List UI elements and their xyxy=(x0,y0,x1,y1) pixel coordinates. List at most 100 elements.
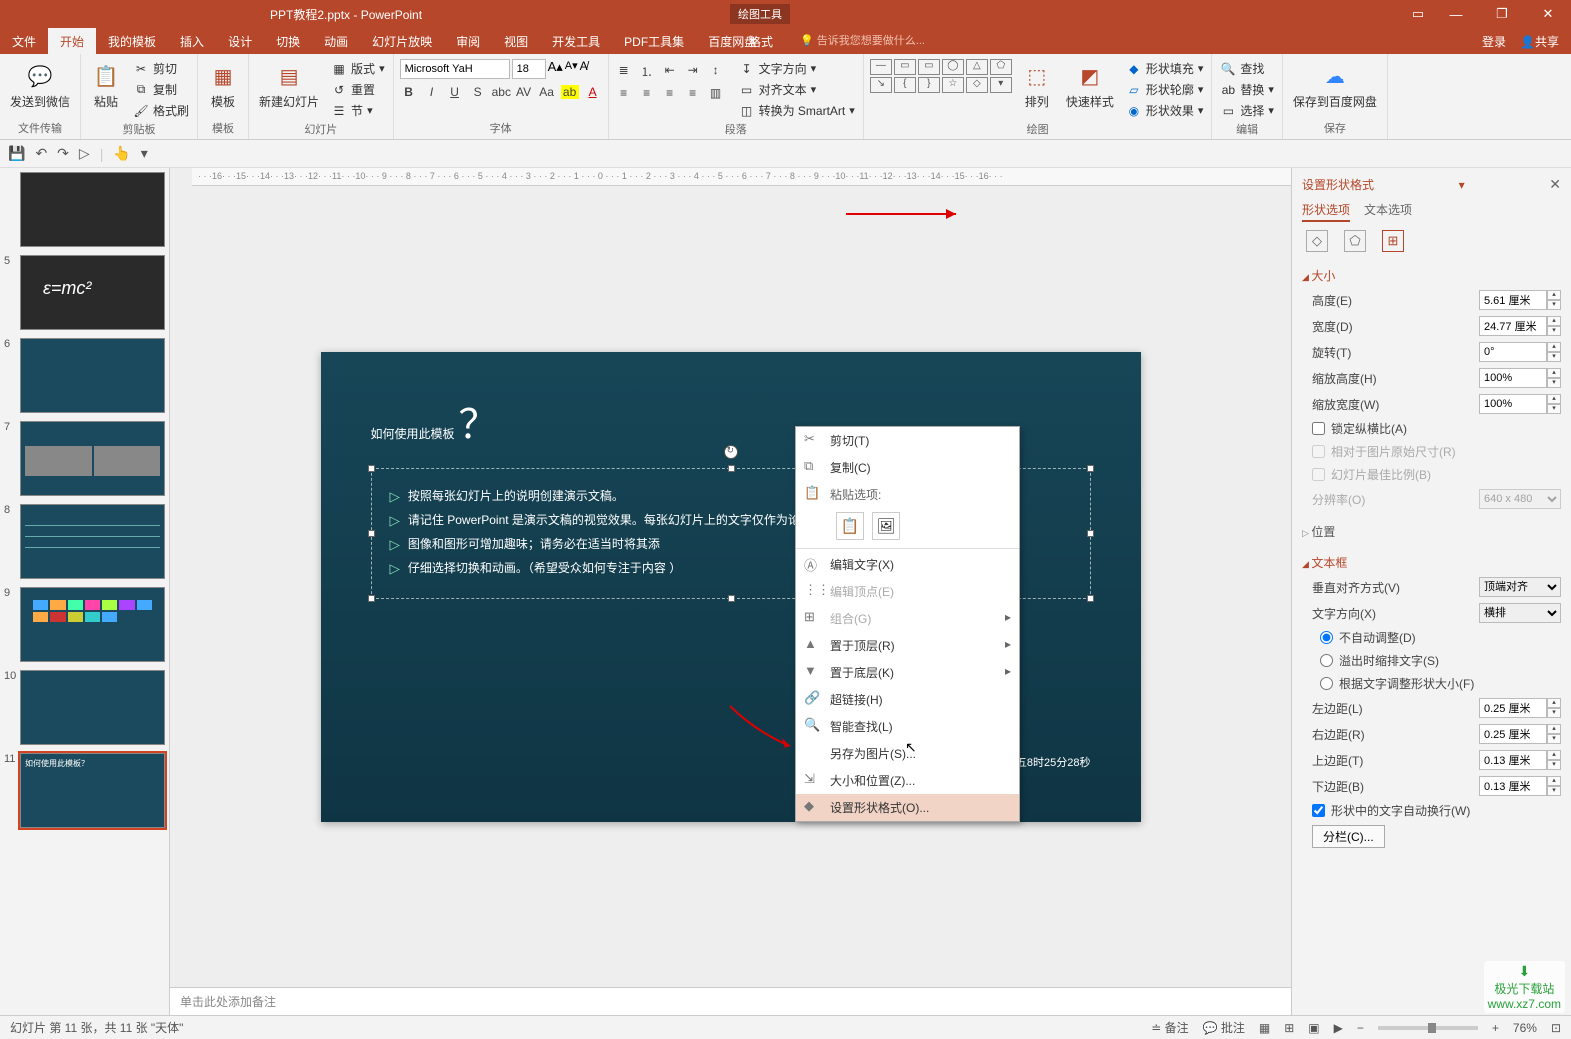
resize-handle[interactable] xyxy=(368,595,375,602)
slide-thumb[interactable] xyxy=(20,670,165,745)
pane-tab-shape[interactable]: 形状选项 xyxy=(1302,201,1350,222)
margin-right-input[interactable] xyxy=(1479,724,1547,744)
height-input[interactable] xyxy=(1479,290,1547,310)
ctx-format-shape[interactable]: ◆设置形状格式(O)... xyxy=(796,794,1019,821)
line-spacing-button[interactable]: ↕ xyxy=(707,63,725,80)
tab-developer[interactable]: 开发工具 xyxy=(540,28,612,55)
tab-insert[interactable]: 插入 xyxy=(168,28,216,55)
copy-button[interactable]: ⧉复制 xyxy=(131,80,191,99)
save-baidu-button[interactable]: ☁保存到百度网盘 xyxy=(1289,59,1381,112)
ctx-smart-lookup[interactable]: 🔍智能查找(L) xyxy=(796,713,1019,740)
columns-button[interactable]: 分栏(C)... xyxy=(1312,825,1385,848)
text-dir-select[interactable]: 横排 xyxy=(1479,603,1561,623)
ctx-send-back[interactable]: ▼置于底层(K) xyxy=(796,659,1019,686)
format-painter-button[interactable]: 🖌格式刷 xyxy=(131,101,191,120)
shapes-gallery[interactable]: ―▭▭◯△⬠ ↘{}☆◇▾ xyxy=(870,59,1012,93)
reset-button[interactable]: ↺重置 xyxy=(329,80,387,99)
bullets-button[interactable]: ≣ xyxy=(615,63,633,80)
resize-handle[interactable] xyxy=(368,530,375,537)
numbering-button[interactable]: ⒈ xyxy=(638,63,656,80)
zoom-in-icon[interactable]: + xyxy=(1492,1021,1499,1035)
section-textbox[interactable]: 文本框 xyxy=(1302,551,1561,574)
slide-thumb[interactable] xyxy=(20,338,165,413)
paste-option-theme[interactable]: 📋 xyxy=(836,512,864,540)
notes-panel[interactable]: 单击此处添加备注 xyxy=(170,987,1291,1015)
width-input[interactable] xyxy=(1479,316,1547,336)
tab-format[interactable]: 格式 xyxy=(735,28,787,55)
rotation-handle[interactable] xyxy=(724,445,738,459)
slideshow-view-icon[interactable]: ▶ xyxy=(1334,1021,1343,1035)
resize-handle[interactable] xyxy=(1087,530,1094,537)
highlight-button[interactable]: ab xyxy=(561,85,579,99)
resize-handle[interactable] xyxy=(728,595,735,602)
bold-button[interactable]: B xyxy=(400,85,418,99)
underline-button[interactable]: U xyxy=(446,85,464,99)
wrap-text-checkbox[interactable] xyxy=(1312,804,1325,817)
shape-effects-button[interactable]: ◉形状效果▾ xyxy=(1124,101,1206,120)
slide-thumb[interactable]: ε=mc² xyxy=(20,255,165,330)
tell-me-input[interactable]: 告诉我您想要做什么... xyxy=(800,32,925,48)
tab-design[interactable]: 设计 xyxy=(216,28,264,55)
tab-animations[interactable]: 动画 xyxy=(312,28,360,55)
italic-button[interactable]: I xyxy=(423,85,441,99)
paste-button[interactable]: 📋粘贴 xyxy=(87,59,125,112)
scale-h-input[interactable] xyxy=(1479,368,1547,388)
shape-fill-button[interactable]: ◆形状填充▾ xyxy=(1124,59,1206,78)
resize-handle[interactable] xyxy=(1087,595,1094,602)
ribbon-options-icon[interactable]: ▭ xyxy=(1403,0,1433,28)
pane-menu-icon[interactable]: ▾ xyxy=(1459,178,1465,192)
ctx-size-position[interactable]: ⇲大小和位置(Z)... xyxy=(796,767,1019,794)
share-button[interactable]: 👤共享 xyxy=(1520,33,1559,50)
tab-review[interactable]: 审阅 xyxy=(444,28,492,55)
section-position[interactable]: 位置 xyxy=(1302,520,1561,543)
shape-outline-button[interactable]: ▱形状轮廓▾ xyxy=(1124,80,1206,99)
align-right-button[interactable]: ≡ xyxy=(661,86,679,100)
slide-thumb[interactable] xyxy=(20,421,165,496)
replace-button[interactable]: ab替换▾ xyxy=(1218,80,1276,99)
ctx-hyperlink[interactable]: 🔗超链接(H) xyxy=(796,686,1019,713)
comments-toggle[interactable]: 💬 批注 xyxy=(1203,1019,1245,1036)
spin-down[interactable]: ▾ xyxy=(1547,300,1561,310)
tab-home[interactable]: 开始 xyxy=(48,28,96,55)
resize-handle[interactable] xyxy=(728,465,735,472)
new-slide-button[interactable]: ▤新建幻灯片 xyxy=(255,59,323,112)
ctx-cut[interactable]: ✂剪切(T) xyxy=(796,427,1019,454)
align-center-button[interactable]: ≡ xyxy=(638,86,656,100)
qat-more-icon[interactable]: ▾ xyxy=(141,145,148,162)
justify-button[interactable]: ≡ xyxy=(684,86,702,100)
shrink-font-icon[interactable]: A▾ xyxy=(565,59,578,79)
ctx-bring-front[interactable]: ▲置于顶层(R) xyxy=(796,632,1019,659)
notes-toggle[interactable]: ≐ 备注 xyxy=(1151,1019,1188,1036)
templates-button[interactable]: ▦模板 xyxy=(204,59,242,112)
cut-button[interactable]: ✂剪切 xyxy=(131,59,191,78)
change-case-button[interactable]: Aa xyxy=(538,85,556,99)
slide-thumb[interactable]: 如何使用此模板？ xyxy=(20,753,165,828)
font-size-input[interactable] xyxy=(512,59,546,79)
text-direction-button[interactable]: ↧文字方向▾ xyxy=(737,59,857,78)
redo-icon[interactable]: ↷ xyxy=(57,145,69,162)
strike-button[interactable]: S xyxy=(469,85,487,99)
pane-close-icon[interactable]: ✕ xyxy=(1549,176,1561,193)
paste-option-picture[interactable]: 🖼 xyxy=(872,512,900,540)
find-button[interactable]: 🔍查找 xyxy=(1218,59,1276,78)
start-slideshow-icon[interactable]: ▷ xyxy=(79,145,90,162)
layout-button[interactable]: ▦版式▾ xyxy=(329,59,387,78)
margin-left-input[interactable] xyxy=(1479,698,1547,718)
tab-view[interactable]: 视图 xyxy=(492,28,540,55)
scale-w-input[interactable] xyxy=(1479,394,1547,414)
fit-window-icon[interactable]: ⊡ xyxy=(1551,1021,1561,1035)
spin-up[interactable]: ▴ xyxy=(1547,290,1561,300)
touch-mode-icon[interactable]: 👆 xyxy=(113,145,130,162)
convert-smartart-button[interactable]: ◫转换为 SmartArt▾ xyxy=(737,101,857,120)
slide-thumb[interactable] xyxy=(20,172,165,247)
signin-button[interactable]: 登录 xyxy=(1482,33,1506,50)
tab-slideshow[interactable]: 幻灯片放映 xyxy=(360,28,444,55)
ctx-edit-text[interactable]: Ⓐ编辑文字(X) xyxy=(796,551,1019,578)
tab-mytemplates[interactable]: 我的模板 xyxy=(96,28,168,55)
rotation-input[interactable] xyxy=(1479,342,1547,362)
autofit-shrink-radio[interactable] xyxy=(1320,654,1333,667)
zoom-level[interactable]: 76% xyxy=(1513,1021,1537,1035)
indent-inc-button[interactable]: ⇥ xyxy=(684,63,702,80)
valign-select[interactable]: 顶端对齐 xyxy=(1479,577,1561,597)
tab-pdftools[interactable]: PDF工具集 xyxy=(612,28,696,55)
